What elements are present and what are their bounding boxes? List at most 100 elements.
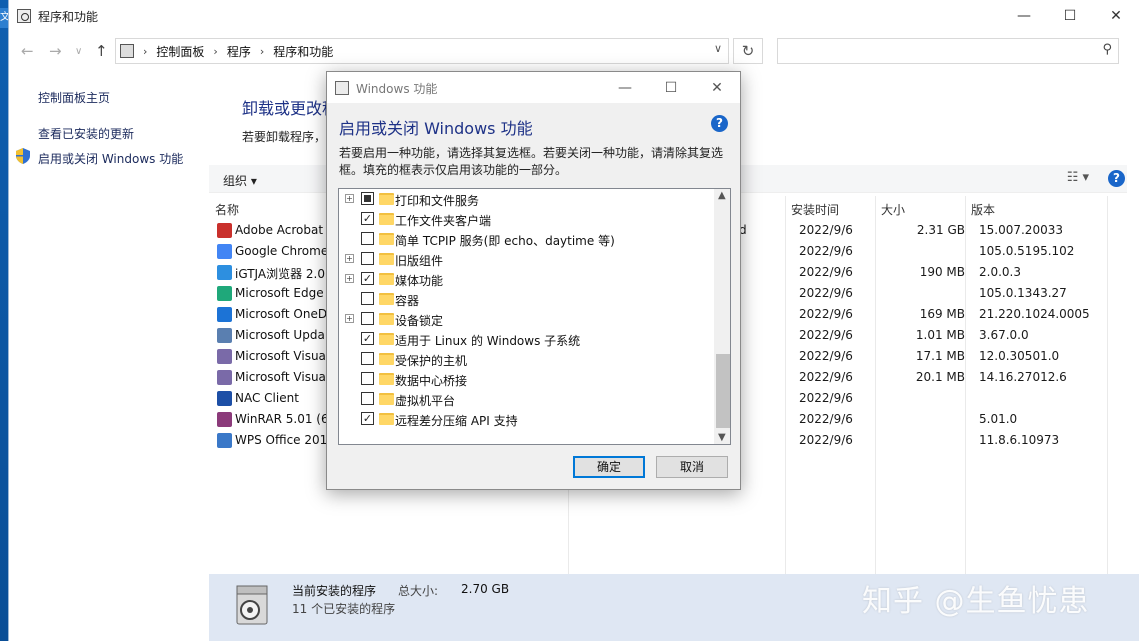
recent-locations-chevron-icon[interactable]: ∨: [75, 46, 82, 57]
program-icon: [217, 391, 232, 406]
page-subtitle: 若要卸载程序，: [242, 130, 327, 144]
column-version[interactable]: 版本: [971, 201, 995, 218]
search-icon: ⚲: [1102, 42, 1112, 57]
feature-checkbox[interactable]: [361, 392, 374, 405]
feature-label: 打印和文件服务: [395, 194, 480, 208]
dialog-heading: 启用或关闭 Windows 功能: [339, 119, 533, 138]
expand-plus-icon[interactable]: +: [345, 254, 354, 263]
feature-item[interactable]: 受保护的主机: [339, 349, 715, 369]
feature-label: 容器: [395, 294, 420, 308]
windows-features-icon: [335, 81, 349, 95]
folder-icon: [379, 293, 394, 305]
breadcrumb-control-panel[interactable]: 控制面板: [156, 43, 204, 60]
expand-plus-icon[interactable]: +: [345, 274, 354, 283]
dialog-titlebar[interactable]: Windows 功能 — ☐ ✕: [327, 72, 740, 103]
feature-item[interactable]: + 旧版组件: [339, 249, 715, 269]
feature-checkbox[interactable]: ✓: [361, 332, 374, 345]
scrollbar-thumb[interactable]: [716, 354, 730, 428]
ok-button[interactable]: 确定: [573, 456, 645, 478]
control-panel-icon: [120, 44, 134, 58]
column-name[interactable]: 名称: [215, 201, 239, 218]
view-options-icon[interactable]: ☷ ▾: [1067, 170, 1089, 185]
forward-arrow-icon[interactable]: →: [49, 42, 62, 60]
expand-plus-icon[interactable]: +: [345, 314, 354, 323]
feature-checkbox[interactable]: [361, 352, 374, 365]
expand-plus-icon[interactable]: +: [345, 194, 354, 203]
close-button[interactable]: ✕: [1093, 0, 1139, 32]
window-titlebar[interactable]: 程序和功能 — ☐ ✕: [9, 0, 1139, 32]
link-view-installed-updates[interactable]: 查看已安装的更新: [38, 125, 134, 142]
help-icon[interactable]: ?: [1108, 170, 1125, 187]
feature-checkbox[interactable]: [361, 192, 374, 205]
program-install-date: 2022/9/6: [799, 223, 853, 237]
program-version: 21.220.1024.0005: [979, 307, 1090, 321]
feature-item[interactable]: 容器: [339, 289, 715, 309]
left-navigation-pane: 控制面板主页 查看已安装的更新 启用或关闭 Windows 功能: [9, 70, 209, 641]
program-icon: [217, 286, 232, 301]
search-input[interactable]: ⚲: [777, 38, 1119, 64]
program-install-date: 2022/9/6: [799, 286, 853, 300]
program-version: 12.0.30501.0: [979, 349, 1060, 363]
refresh-button[interactable]: ↻: [733, 38, 763, 64]
feature-checkbox[interactable]: [361, 292, 374, 305]
feature-item[interactable]: 数据中心桥接: [339, 369, 715, 389]
organize-menu-button[interactable]: 组织 ▾: [223, 172, 257, 189]
feature-checkbox[interactable]: ✓: [361, 272, 374, 285]
feature-label: 工作文件夹客户端: [395, 214, 492, 228]
program-name: Microsoft Visua: [235, 349, 326, 363]
feature-item[interactable]: + ✓ 媒体功能: [339, 269, 715, 289]
feature-label: 旧版组件: [395, 254, 444, 268]
program-version: 105.0.5195.102: [979, 244, 1075, 258]
maximize-button[interactable]: ☐: [1047, 0, 1093, 32]
feature-item[interactable]: + 打印和文件服务: [339, 189, 715, 209]
page-title: 卸载或更改程: [242, 99, 339, 118]
breadcrumb-programs-features[interactable]: 程序和功能: [273, 43, 333, 60]
column-installed-on[interactable]: 安装时间: [791, 201, 839, 218]
program-version: 11.8.6.10973: [979, 433, 1060, 447]
program-icon: [217, 265, 232, 280]
dialog-maximize-button[interactable]: ☐: [648, 72, 694, 103]
chevron-right-icon[interactable]: ›: [143, 45, 147, 58]
up-arrow-icon[interactable]: ↑: [95, 42, 108, 60]
feature-item[interactable]: 简单 TCPIP 服务(即 echo、daytime 等): [339, 229, 715, 249]
breadcrumb-programs[interactable]: 程序: [227, 43, 251, 60]
program-install-date: 2022/9/6: [799, 328, 853, 342]
help-icon[interactable]: ?: [711, 115, 728, 132]
desktop-taskbar-tab[interactable]: 文: [0, 8, 8, 28]
cancel-button[interactable]: 取消: [656, 456, 728, 478]
feature-item[interactable]: ✓ 工作文件夹客户端: [339, 209, 715, 229]
feature-checkbox[interactable]: ✓: [361, 212, 374, 225]
feature-label: 虚拟机平台: [395, 394, 456, 408]
feature-checkbox[interactable]: [361, 252, 374, 265]
feature-checkbox[interactable]: [361, 372, 374, 385]
minimize-button[interactable]: —: [1001, 0, 1047, 32]
program-size: 2.31 GB: [916, 223, 965, 237]
chevron-down-icon[interactable]: ∨: [714, 42, 722, 55]
feature-item[interactable]: ✓ 适用于 Linux 的 Windows 子系统: [339, 329, 715, 349]
dialog-minimize-button[interactable]: —: [602, 72, 648, 103]
scroll-down-icon[interactable]: ▼: [718, 432, 726, 443]
program-icon: [217, 244, 232, 259]
folder-icon: [379, 373, 394, 385]
dialog-close-button[interactable]: ✕: [694, 72, 740, 103]
scroll-up-icon[interactable]: ▲: [718, 190, 726, 201]
chevron-right-icon[interactable]: ›: [213, 45, 217, 58]
feature-item[interactable]: ✓ 远程差分压缩 API 支持: [339, 409, 715, 429]
link-control-panel-home[interactable]: 控制面板主页: [38, 89, 110, 106]
program-install-date: 2022/9/6: [799, 265, 853, 279]
program-icon: [217, 433, 232, 448]
program-version: 3.67.0.0: [979, 328, 1029, 342]
feature-scrollbar[interactable]: ▲ ▼: [714, 189, 730, 444]
feature-item[interactable]: 虚拟机平台: [339, 389, 715, 409]
feature-checkbox[interactable]: [361, 312, 374, 325]
address-bar[interactable]: › 控制面板 › 程序 › 程序和功能 ∨: [115, 38, 729, 64]
column-size[interactable]: 大小: [881, 201, 905, 218]
chevron-right-icon[interactable]: ›: [260, 45, 264, 58]
back-arrow-icon[interactable]: ←: [21, 42, 34, 60]
link-turn-windows-features[interactable]: 启用或关闭 Windows 功能: [38, 150, 183, 167]
program-version: 14.16.27012.6: [979, 370, 1067, 384]
feature-item[interactable]: + 设备锁定: [339, 309, 715, 329]
feature-checkbox[interactable]: [361, 232, 374, 245]
feature-checkbox[interactable]: ✓: [361, 412, 374, 425]
program-version: 105.0.1343.27: [979, 286, 1067, 300]
